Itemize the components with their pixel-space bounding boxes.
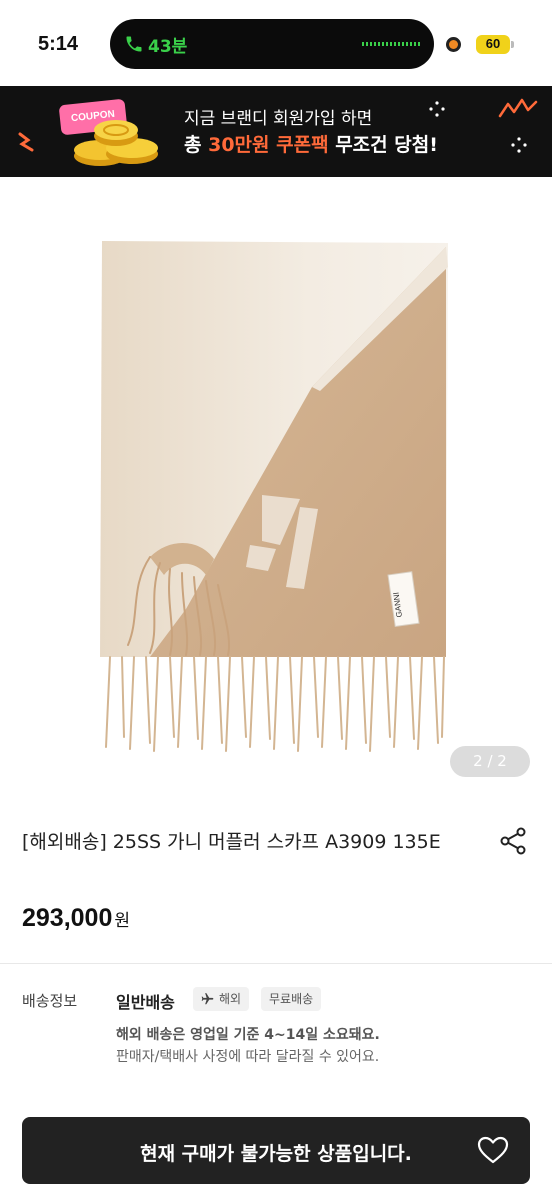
price-value: 293,000 bbox=[22, 904, 113, 932]
buy-unavailable-button[interactable]: 현재 구매가 불가능한 상품입니다. bbox=[22, 1117, 530, 1184]
shipping-duration-text: 해외 배송은 영업일 기준 4~14일 소요돼요. bbox=[116, 1027, 380, 1043]
shipping-label: 배송정보 bbox=[22, 992, 78, 1010]
coupon-banner[interactable]: COUPON 지금 브랜디 회원가입 하면 총 30만원 쿠폰팩 무조건 당첨! bbox=[0, 86, 552, 177]
call-icon bbox=[126, 36, 142, 52]
banner-subheadline: 총 30만원 쿠폰팩 무조건 당첨! bbox=[184, 130, 438, 157]
section-divider bbox=[0, 963, 552, 964]
coupon-coins-icon bbox=[74, 120, 158, 166]
squiggle-decoration-icon bbox=[18, 132, 34, 152]
audio-wave-icon bbox=[362, 42, 420, 46]
battery-cap bbox=[511, 41, 514, 48]
product-image-carousel[interactable]: GANNI 2 / 2 bbox=[0, 177, 552, 797]
banner-headline: 지금 브랜디 회원가입 하면 bbox=[184, 109, 373, 129]
shipping-type: 일반배송 bbox=[116, 993, 175, 1012]
status-time: 5:14 bbox=[38, 33, 79, 55]
buy-unavailable-label: 현재 구매가 불가능한 상품입니다. bbox=[140, 1143, 412, 1165]
banner-suffix: 무조건 당첨! bbox=[328, 134, 438, 156]
battery-icon: 60 bbox=[476, 35, 510, 54]
overseas-badge-label: 해외 bbox=[219, 992, 242, 1006]
scarf-image: GANNI bbox=[100, 241, 448, 752]
heart-icon[interactable] bbox=[476, 1134, 510, 1166]
recording-indicator-icon bbox=[446, 37, 461, 52]
airplane-icon bbox=[201, 993, 214, 1005]
sparkle-icon bbox=[511, 137, 527, 153]
sparkle-icon bbox=[429, 101, 445, 117]
call-pill[interactable]: 43분 bbox=[110, 19, 434, 69]
status-bar: 5:14 43분 60 bbox=[0, 0, 552, 86]
image-page-indicator: 2 / 2 bbox=[450, 746, 530, 777]
banner-prefix: 총 bbox=[184, 134, 209, 156]
product-title: [해외배송] 25SS 가니 머플러 스카프 A3909 135E bbox=[22, 831, 441, 853]
zigzag-decoration-icon bbox=[498, 98, 538, 118]
call-duration: 43분 bbox=[148, 37, 188, 57]
banner-highlight: 30만원 쿠폰팩 bbox=[208, 134, 329, 156]
shipping-note-text: 판매자/택배사 사정에 따라 달라질 수 있어요. bbox=[116, 1049, 380, 1065]
share-icon[interactable] bbox=[498, 826, 528, 856]
free-shipping-badge: 무료배송 bbox=[261, 987, 322, 1011]
price-unit: 원 bbox=[114, 911, 131, 931]
product-price: 293,000 원 bbox=[22, 904, 130, 933]
battery-level: 60 bbox=[485, 36, 501, 51]
free-shipping-badge-label: 무료배송 bbox=[269, 992, 314, 1006]
